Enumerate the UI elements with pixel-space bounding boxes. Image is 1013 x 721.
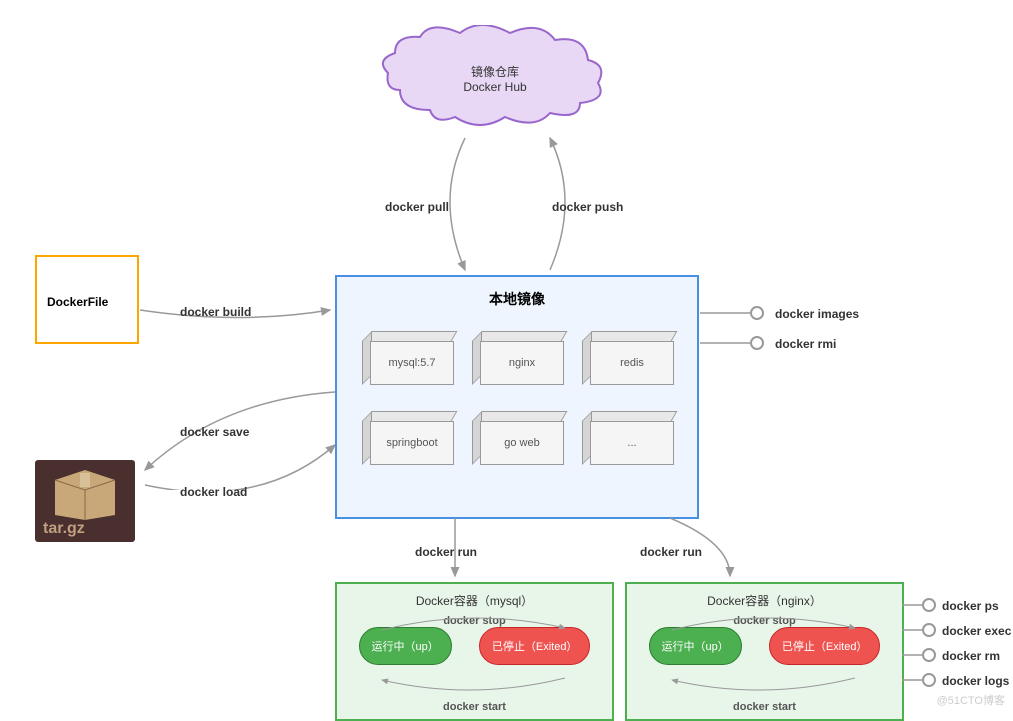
image-box: springboot xyxy=(362,411,452,471)
image-label: mysql:5.7 xyxy=(370,341,454,385)
image-label: go web xyxy=(480,421,564,465)
cmd-rmi: docker rmi xyxy=(775,337,836,351)
cmd-start: docker start xyxy=(627,701,902,713)
cmd-logs: docker logs xyxy=(942,674,1009,688)
dot-icon xyxy=(922,598,936,612)
image-label: redis xyxy=(590,341,674,385)
image-label: springboot xyxy=(370,421,454,465)
targz-box: tar.gz xyxy=(35,460,135,542)
targz-label: tar.gz xyxy=(43,520,85,538)
dot-icon xyxy=(922,648,936,662)
image-label: ... xyxy=(590,421,674,465)
dockerfile-label: DockerFile xyxy=(47,295,108,309)
image-box: go web xyxy=(472,411,562,471)
cmd-build: docker build xyxy=(180,305,251,319)
cmd-ps: docker ps xyxy=(942,599,999,613)
cmd-push: docker push xyxy=(552,200,623,214)
dot-icon xyxy=(922,673,936,687)
cloud-line2: Docker Hub xyxy=(380,80,610,94)
watermark: @51CTO博客 xyxy=(937,692,1005,708)
local-images-box: 本地镜像 mysql:5.7 nginx redis springboot go web… xyxy=(335,275,699,519)
dot-icon xyxy=(750,336,764,350)
registry-cloud: 镜像仓库 Docker Hub xyxy=(380,25,610,135)
cmd-save: docker save xyxy=(180,425,249,439)
container-nginx: Docker容器（nginx） docker stop 运行中（up） 已停止（… xyxy=(625,582,904,721)
cmd-images: docker images xyxy=(775,307,859,321)
dot-icon xyxy=(750,306,764,320)
cmd-run-1: docker run xyxy=(415,545,477,559)
cmd-rm: docker rm xyxy=(942,649,1000,663)
cmd-pull: docker pull xyxy=(385,200,449,214)
image-box: mysql:5.7 xyxy=(362,331,452,391)
container-mysql: Docker容器（mysql） docker stop 运行中（up） 已停止（… xyxy=(335,582,614,721)
dockerfile-box: DockerFile xyxy=(35,255,139,344)
cmd-load: docker load xyxy=(180,485,247,499)
cloud-line1: 镜像仓库 xyxy=(380,63,610,80)
local-images-title: 本地镜像 xyxy=(337,277,697,321)
image-box: nginx xyxy=(472,331,562,391)
image-box: ... xyxy=(582,411,672,471)
image-box: redis xyxy=(582,331,672,391)
cmd-exec: docker exec xyxy=(942,624,1011,638)
image-label: nginx xyxy=(480,341,564,385)
cmd-start: docker start xyxy=(337,701,612,713)
cmd-run-2: docker run xyxy=(640,545,702,559)
dot-icon xyxy=(922,623,936,637)
